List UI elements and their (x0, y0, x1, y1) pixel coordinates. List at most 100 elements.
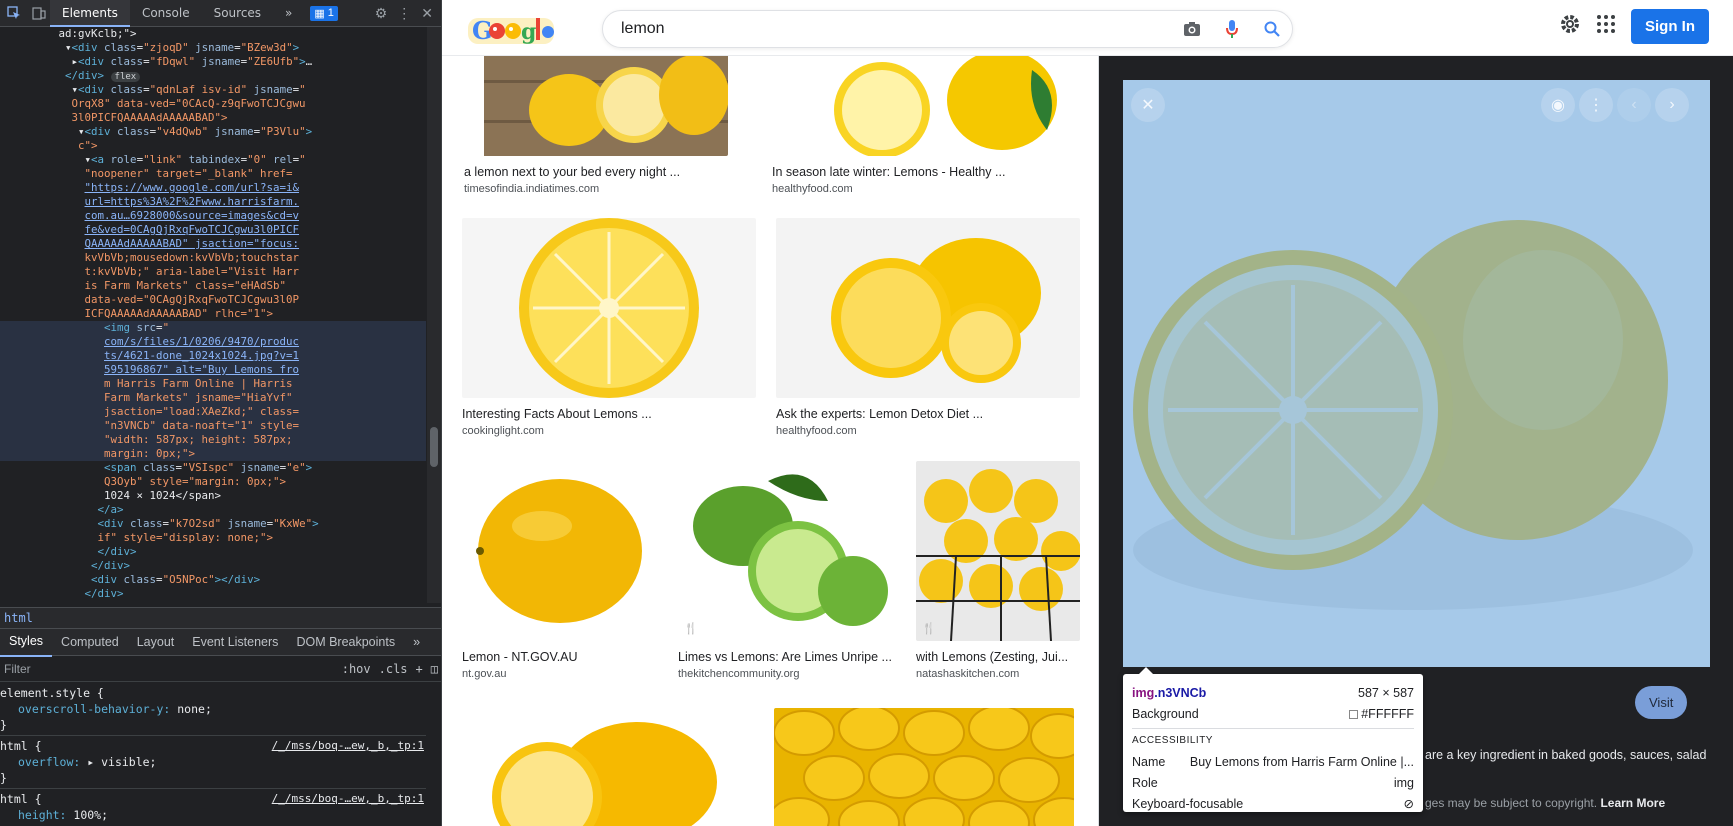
css-source-link[interactable]: /_/mss/boq-…ew,_b,_tp:1 (272, 791, 424, 807)
tab-layout[interactable]: Layout (128, 629, 184, 656)
dom-node-line[interactable]: is Farm Markets" class="eHAdSb" (0, 279, 426, 293)
dom-node-line[interactable]: m Harris Farm Online | Harris (0, 377, 426, 391)
gear-icon[interactable]: ⚙ (375, 5, 388, 22)
hov-button[interactable]: :hov (342, 662, 371, 676)
result-caption[interactable]: with Lemons (Zesting, Jui... (916, 650, 1080, 664)
result-card[interactable] (774, 708, 1074, 826)
result-caption[interactable]: Lemon - NT.GOV.AU (462, 650, 658, 664)
dom-node-line[interactable]: 1024 × 1024</span> (0, 489, 426, 503)
toggle-sidebar-icon[interactable]: ◫ (431, 662, 438, 676)
css-rule[interactable]: html {/_/mss/boq-…ew,_b,_tp:1 overflow: ▸… (0, 736, 426, 789)
dom-node-line[interactable]: com/s/files/1/0206/9470/produc (0, 335, 426, 349)
dom-node-line[interactable]: </a> (0, 503, 426, 517)
result-image[interactable] (776, 218, 1080, 398)
previous-image-icon[interactable]: ‹ (1617, 88, 1651, 122)
css-source-link[interactable]: /_/mss/boq-…ew,_b,_tp:1 (272, 738, 424, 754)
dom-node-line[interactable]: kvVbVb;mousedown:kvVbVb;touchstar (0, 251, 426, 265)
breadcrumb[interactable]: html (0, 607, 441, 629)
dom-node-line[interactable]: "n3VNCb" data-noaft="1" style= (0, 419, 426, 433)
cls-button[interactable]: .cls (379, 662, 408, 676)
tab-console[interactable]: Console (130, 0, 202, 27)
dom-node-line[interactable]: "noopener" target="_blank" href= (0, 167, 426, 181)
apps-grid-icon[interactable] (1595, 13, 1617, 40)
device-toolbar-icon[interactable] (28, 2, 50, 24)
dom-node-line[interactable]: ▾<a role="link" tabindex="0" rel=" (0, 153, 426, 167)
lens-search-icon[interactable]: ◉ (1541, 88, 1575, 122)
dom-node-line[interactable]: OrqX8" data-ved="0CAcQ-z9qFwoTCJCgwu (0, 97, 426, 111)
learn-more-link[interactable]: Learn More (1600, 796, 1665, 810)
dom-node-line[interactable]: </div> (0, 545, 426, 559)
dom-node-line[interactable]: <div class="k7O2sd" jsname="KxWe"> (0, 517, 426, 531)
result-domain[interactable]: nt.gov.au (462, 668, 658, 680)
sign-in-button[interactable]: Sign In (1631, 9, 1709, 44)
scrollbar-thumb[interactable] (430, 427, 438, 467)
result-image[interactable] (462, 461, 658, 641)
result-image[interactable] (462, 218, 756, 398)
dom-node-line[interactable]: Q3Oyb" style="margin: 0px;"> (0, 475, 426, 489)
dom-node-line[interactable]: 595196867" alt="Buy Lemons fro (0, 363, 426, 377)
result-card[interactable]: Ask the experts: Lemon Detox Diet ... he… (776, 218, 1080, 437)
result-domain[interactable]: timesofindia.indiatimes.com (464, 183, 728, 195)
tab-elements[interactable]: Elements (50, 0, 130, 27)
result-caption[interactable]: a lemon next to your bed every night ... (464, 165, 728, 179)
result-image[interactable] (772, 56, 1080, 156)
visit-button[interactable]: Visit (1635, 686, 1688, 719)
dom-node-line[interactable]: "width: 587px; height: 587px; (0, 433, 426, 447)
css-rule[interactable]: element.style {overscroll-behavior-y: no… (0, 683, 426, 736)
result-card[interactable]: 🍴 with Lemons (Zesting, Jui... natashask… (916, 461, 1080, 680)
more-options-icon[interactable]: ⋮ (1579, 88, 1613, 122)
result-image[interactable] (464, 56, 728, 156)
dom-node-line[interactable]: url=https%3A%2F%2Fwww.harrisfarm. (0, 195, 426, 209)
tab-styles[interactable]: Styles (0, 628, 53, 657)
more-tabs-icon[interactable]: » (404, 629, 429, 656)
kebab-menu-icon[interactable]: ⋮ (397, 5, 411, 22)
result-domain[interactable]: cookinglight.com (462, 425, 756, 437)
dom-node-line[interactable]: ts/4621-done_1024x1024.jpg?v=1 (0, 349, 426, 363)
preview-image[interactable]: ✕ ◉ ⋮ ‹ › (1123, 80, 1710, 667)
next-image-icon[interactable]: › (1655, 88, 1689, 122)
result-image[interactable]: 🍴 (678, 461, 896, 641)
result-caption[interactable]: Interesting Facts About Lemons ... (462, 407, 756, 421)
flex-badge[interactable]: flex (110, 72, 141, 82)
tab-sources[interactable]: Sources (202, 0, 273, 27)
close-preview-icon[interactable]: ✕ (1131, 88, 1165, 122)
result-image[interactable]: 🍴 (916, 461, 1080, 641)
tab-dom-breakpoints[interactable]: DOM Breakpoints (287, 629, 404, 656)
dom-node-line[interactable]: Farm Markets" jsname="HiaYvf" (0, 391, 426, 405)
dom-node-line[interactable]: <span class="VSIspc" jsname="e"> (0, 461, 426, 475)
css-property[interactable]: height: 100%; (0, 807, 426, 823)
elements-scrollbar[interactable] (427, 27, 441, 603)
search-icon[interactable] (1252, 10, 1292, 48)
result-card[interactable]: 🍴 Limes vs Lemons: Are Limes Unripe ... … (678, 461, 896, 680)
dom-node-line[interactable]: ▾<div class="qdnLaf isv-id" jsname=" (0, 83, 426, 97)
elements-tree[interactable]: ad:gvKclb;"> ▾<div class="zjoqD" jsname=… (0, 27, 426, 603)
dom-node-line[interactable]: 3l0PICFQAAAAAdAAAAABAD"> (0, 111, 426, 125)
styles-filter-input[interactable]: Filter (4, 662, 334, 676)
dom-node-line[interactable]: </div> flex (0, 69, 426, 83)
dom-node-line[interactable]: ▾<div class="zjoqD" jsname="BZew3d"> (0, 41, 426, 55)
dom-node-line[interactable]: <div class="O5NPoc"></div> (0, 573, 426, 587)
result-domain[interactable]: healthyfood.com (772, 183, 1080, 195)
more-tabs-icon[interactable]: » (273, 0, 304, 27)
css-property[interactable]: overscroll-behavior-y: none; (0, 701, 426, 717)
result-card[interactable]: a lemon next to your bed every night ...… (464, 56, 728, 195)
dom-node-line[interactable]: jsaction="load:XAeZkd;" class= (0, 405, 426, 419)
dom-node-line[interactable]: ad:gvKclb;"> (0, 27, 426, 41)
result-card[interactable]: Interesting Facts About Lemons ... cooki… (462, 218, 756, 437)
result-card[interactable] (462, 702, 748, 826)
settings-gear-icon[interactable] (1559, 13, 1581, 40)
tab-computed[interactable]: Computed (52, 629, 128, 656)
google-doodle-logo[interactable]: G g (466, 12, 556, 48)
close-icon[interactable]: ✕ (421, 5, 433, 22)
issues-badge[interactable]: ▦ 1 (310, 5, 338, 21)
result-caption[interactable]: Limes vs Lemons: Are Limes Unripe ... (678, 650, 896, 664)
dom-node-line[interactable]: fe&ved=0CAgQjRxqFwoTCJCgwu3l0PICF (0, 223, 426, 237)
css-property[interactable]: overflow: ▸ visible; (0, 754, 426, 770)
result-caption[interactable]: In season late winter: Lemons - Healthy … (772, 165, 1080, 179)
dom-node-line[interactable]: "https://www.google.com/url?sa=i& (0, 181, 426, 195)
tab-event-listeners[interactable]: Event Listeners (183, 629, 287, 656)
result-image[interactable] (774, 708, 1074, 826)
search-input[interactable]: lemon (621, 20, 1172, 38)
dom-node-line[interactable]: data-ved="0CAgQjRxqFwoTCJCgwu3l0P (0, 293, 426, 307)
inspect-icon[interactable] (3, 2, 25, 24)
